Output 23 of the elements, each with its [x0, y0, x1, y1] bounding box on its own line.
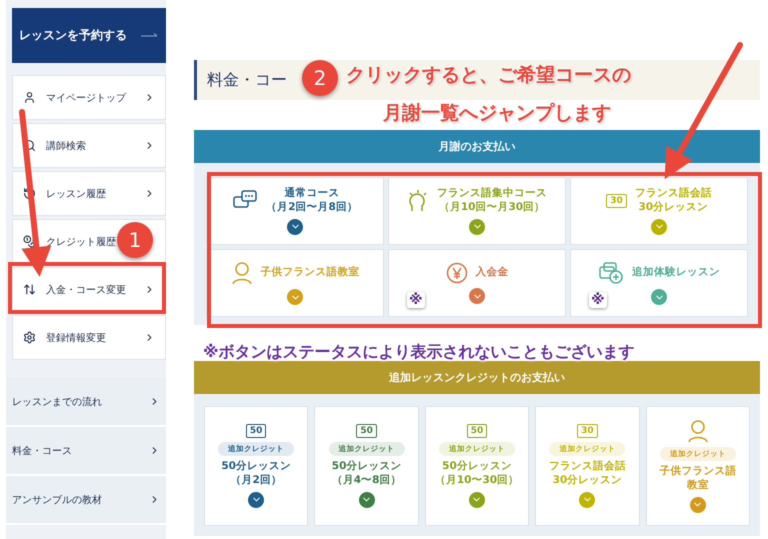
- course-button[interactable]: 入会金 ※: [388, 249, 566, 317]
- menu-item[interactable]: マイページトップ: [12, 75, 166, 120]
- speech-bubble-icon: 50: [356, 424, 377, 438]
- speech-bubble-icon: 50: [246, 424, 266, 438]
- sidebar-link[interactable]: レッスンまでの流れ: [6, 378, 166, 427]
- menu-item[interactable]: 講師検索: [12, 123, 166, 168]
- note-mark: ※: [407, 292, 425, 308]
- sidebar-link[interactable]: 料金・コース: [6, 427, 166, 476]
- menu-item[interactable]: レッスン履歴: [12, 171, 166, 216]
- callout-text: クリックすると、ご希望コースの: [346, 63, 631, 88]
- speech-bubble-icon: 30: [606, 194, 627, 208]
- sidebar-link[interactable]: アンサンブルの教材: [6, 476, 166, 525]
- note-text: ※ボタンはステータスにより表示されないこともございます: [203, 342, 635, 363]
- note-mark: ※: [589, 292, 607, 308]
- section-header: 月謝のお支払い: [194, 130, 760, 163]
- menu-item[interactable]: 登録情報変更: [12, 315, 166, 360]
- callout-text: 月謝一覧へジャンプします: [383, 101, 611, 126]
- section-header: 追加レッスンクレジットのお支払い: [194, 361, 760, 394]
- reserve-lesson-button[interactable]: レッスンを予約する: [12, 8, 166, 63]
- course-button[interactable]: 通常コース （月2回〜月8回）: [206, 177, 384, 245]
- speech-bubble-icon: 30: [577, 424, 598, 438]
- speech-bubble-icon: 50: [466, 424, 488, 438]
- course-button[interactable]: 追加体験レッスン ※: [570, 249, 748, 317]
